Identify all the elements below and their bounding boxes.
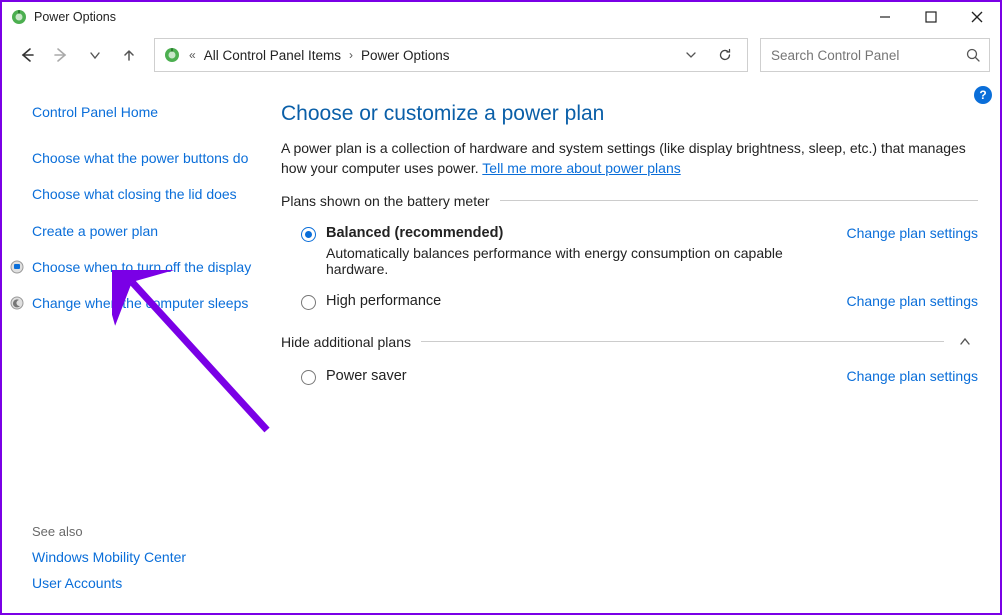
- nav-row: « All Control Panel Items › Power Option…: [2, 32, 1000, 80]
- address-history-button[interactable]: [677, 41, 705, 69]
- search-box[interactable]: [760, 38, 990, 72]
- breadcrumb-power-options[interactable]: Power Options: [361, 48, 450, 63]
- display-icon: [10, 259, 24, 273]
- section-title: Hide additional plans: [281, 334, 411, 350]
- related-mobility-center[interactable]: Windows Mobility Center: [32, 549, 252, 565]
- intro-text: A power plan is a collection of hardware…: [281, 138, 978, 179]
- plan-power-saver-name[interactable]: Power saver: [326, 368, 834, 384]
- plan-balanced-desc: Automatically balances performance with …: [326, 245, 834, 277]
- change-plan-settings-high-performance[interactable]: Change plan settings: [846, 293, 978, 309]
- task-turn-off-display[interactable]: Choose when to turn off the display: [32, 257, 252, 277]
- section-plans-shown: Plans shown on the battery meter: [281, 193, 978, 209]
- control-panel-home-link[interactable]: Control Panel Home: [32, 104, 252, 120]
- plan-high-performance-radio[interactable]: [301, 295, 316, 310]
- plan-high-performance: High performance Change plan settings: [281, 285, 978, 318]
- address-bar[interactable]: « All Control Panel Items › Power Option…: [154, 38, 748, 72]
- plan-balanced-radio[interactable]: [301, 227, 316, 242]
- search-icon[interactable]: [965, 47, 981, 63]
- section-hide-additional: Hide additional plans: [281, 332, 978, 352]
- address-icon: [163, 46, 181, 64]
- task-label: Choose when to turn off the display: [32, 259, 251, 275]
- task-label: Change when the computer sleeps: [32, 295, 248, 311]
- up-button[interactable]: [114, 40, 144, 70]
- app-icon: [10, 8, 28, 26]
- change-plan-settings-power-saver[interactable]: Change plan settings: [846, 368, 978, 384]
- search-input[interactable]: [769, 47, 965, 64]
- recent-locations-button[interactable]: [80, 40, 110, 70]
- main-content: Choose or customize a power plan A power…: [267, 80, 1000, 613]
- breadcrumb-overflow-button[interactable]: «: [187, 48, 198, 62]
- plan-high-performance-name[interactable]: High performance: [326, 293, 834, 309]
- section-title: Plans shown on the battery meter: [281, 193, 490, 209]
- task-computer-sleeps[interactable]: Change when the computer sleeps: [32, 293, 252, 313]
- close-button[interactable]: [954, 2, 1000, 32]
- refresh-button[interactable]: [711, 41, 739, 69]
- forward-button[interactable]: [46, 40, 76, 70]
- window-controls: [862, 2, 1000, 32]
- title-bar: Power Options: [2, 2, 1000, 32]
- help-button[interactable]: ?: [974, 86, 992, 104]
- sidebar: Control Panel Home Choose what the power…: [2, 80, 267, 613]
- back-button[interactable]: [12, 40, 42, 70]
- see-also-label: See also: [32, 524, 252, 539]
- divider: [500, 200, 978, 201]
- page-heading: Choose or customize a power plan: [281, 102, 978, 126]
- plan-power-saver-radio[interactable]: [301, 370, 316, 385]
- window-title: Power Options: [34, 10, 116, 24]
- change-plan-settings-balanced[interactable]: Change plan settings: [846, 225, 978, 241]
- task-choose-power-buttons[interactable]: Choose what the power buttons do: [32, 148, 252, 168]
- body: ? Control Panel Home Choose what the pow…: [2, 80, 1000, 613]
- app-window: Power Options: [0, 0, 1002, 615]
- minimize-button[interactable]: [862, 2, 908, 32]
- task-choose-closing-lid[interactable]: Choose what closing the lid does: [32, 184, 252, 204]
- sleep-icon: [10, 295, 24, 309]
- plan-balanced-name[interactable]: Balanced (recommended): [326, 225, 834, 241]
- task-create-power-plan[interactable]: Create a power plan: [32, 221, 252, 241]
- breadcrumb-all-control-panel-items[interactable]: All Control Panel Items: [204, 48, 341, 63]
- collapse-additional-button[interactable]: [952, 332, 978, 352]
- divider: [421, 341, 944, 342]
- maximize-button[interactable]: [908, 2, 954, 32]
- plan-balanced: Balanced (recommended) Automatically bal…: [281, 217, 978, 285]
- tell-me-more-link[interactable]: Tell me more about power plans: [482, 160, 680, 176]
- plan-power-saver: Power saver Change plan settings: [281, 360, 978, 393]
- related-user-accounts[interactable]: User Accounts: [32, 575, 252, 591]
- chevron-right-icon[interactable]: ›: [347, 48, 355, 62]
